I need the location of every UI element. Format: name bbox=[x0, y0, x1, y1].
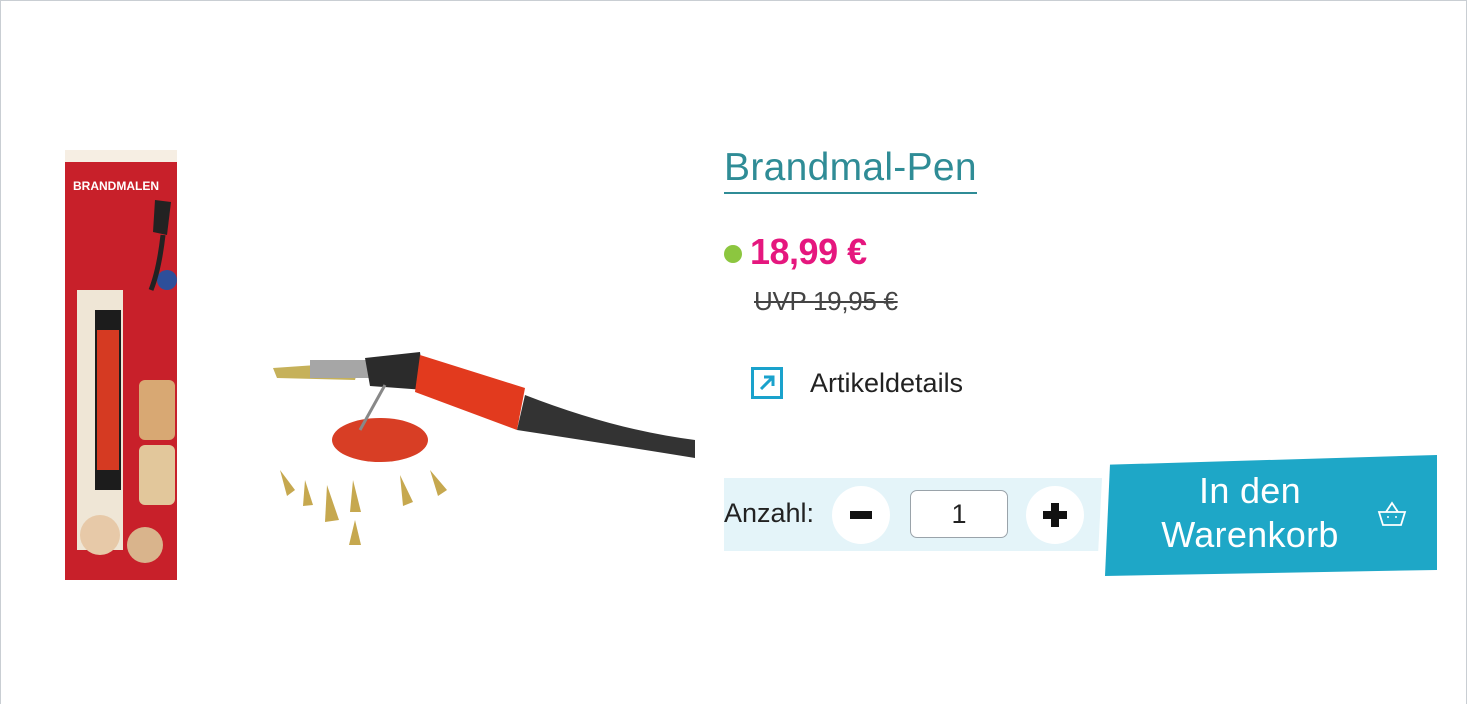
pen-illustration bbox=[273, 352, 695, 462]
add-to-cart-label: In den Warenkorb bbox=[1161, 470, 1339, 555]
stock-dot-icon bbox=[724, 245, 742, 263]
quantity-input[interactable] bbox=[910, 490, 1008, 538]
add-to-cart-button[interactable]: In den Warenkorb bbox=[1105, 455, 1437, 576]
quantity-selector: Anzahl: bbox=[724, 478, 1102, 551]
tips-illustration bbox=[280, 470, 447, 545]
quantity-label: Anzahl: bbox=[724, 498, 815, 528]
article-details-link[interactable]: Artikeldetails bbox=[751, 367, 963, 399]
basket-icon bbox=[1377, 501, 1407, 526]
quantity-decrease-button[interactable] bbox=[832, 486, 890, 544]
price-row: 18,99 € bbox=[724, 231, 867, 273]
package-illustration: BRANDMALEN bbox=[65, 150, 177, 580]
external-link-icon bbox=[751, 367, 783, 399]
quantity-increase-button[interactable] bbox=[1026, 486, 1084, 544]
uvp-price: UVP 19,95 € bbox=[754, 286, 898, 316]
package-text: BRANDMALEN bbox=[73, 179, 159, 193]
product-price: 18,99 € bbox=[750, 231, 867, 272]
product-image[interactable]: BRANDMALEN bbox=[55, 140, 695, 590]
minus-icon bbox=[850, 511, 872, 519]
plus-icon bbox=[1043, 503, 1067, 527]
product-title-link[interactable]: Brandmal-Pen bbox=[724, 146, 977, 194]
article-details-label: Artikeldetails bbox=[810, 367, 964, 398]
